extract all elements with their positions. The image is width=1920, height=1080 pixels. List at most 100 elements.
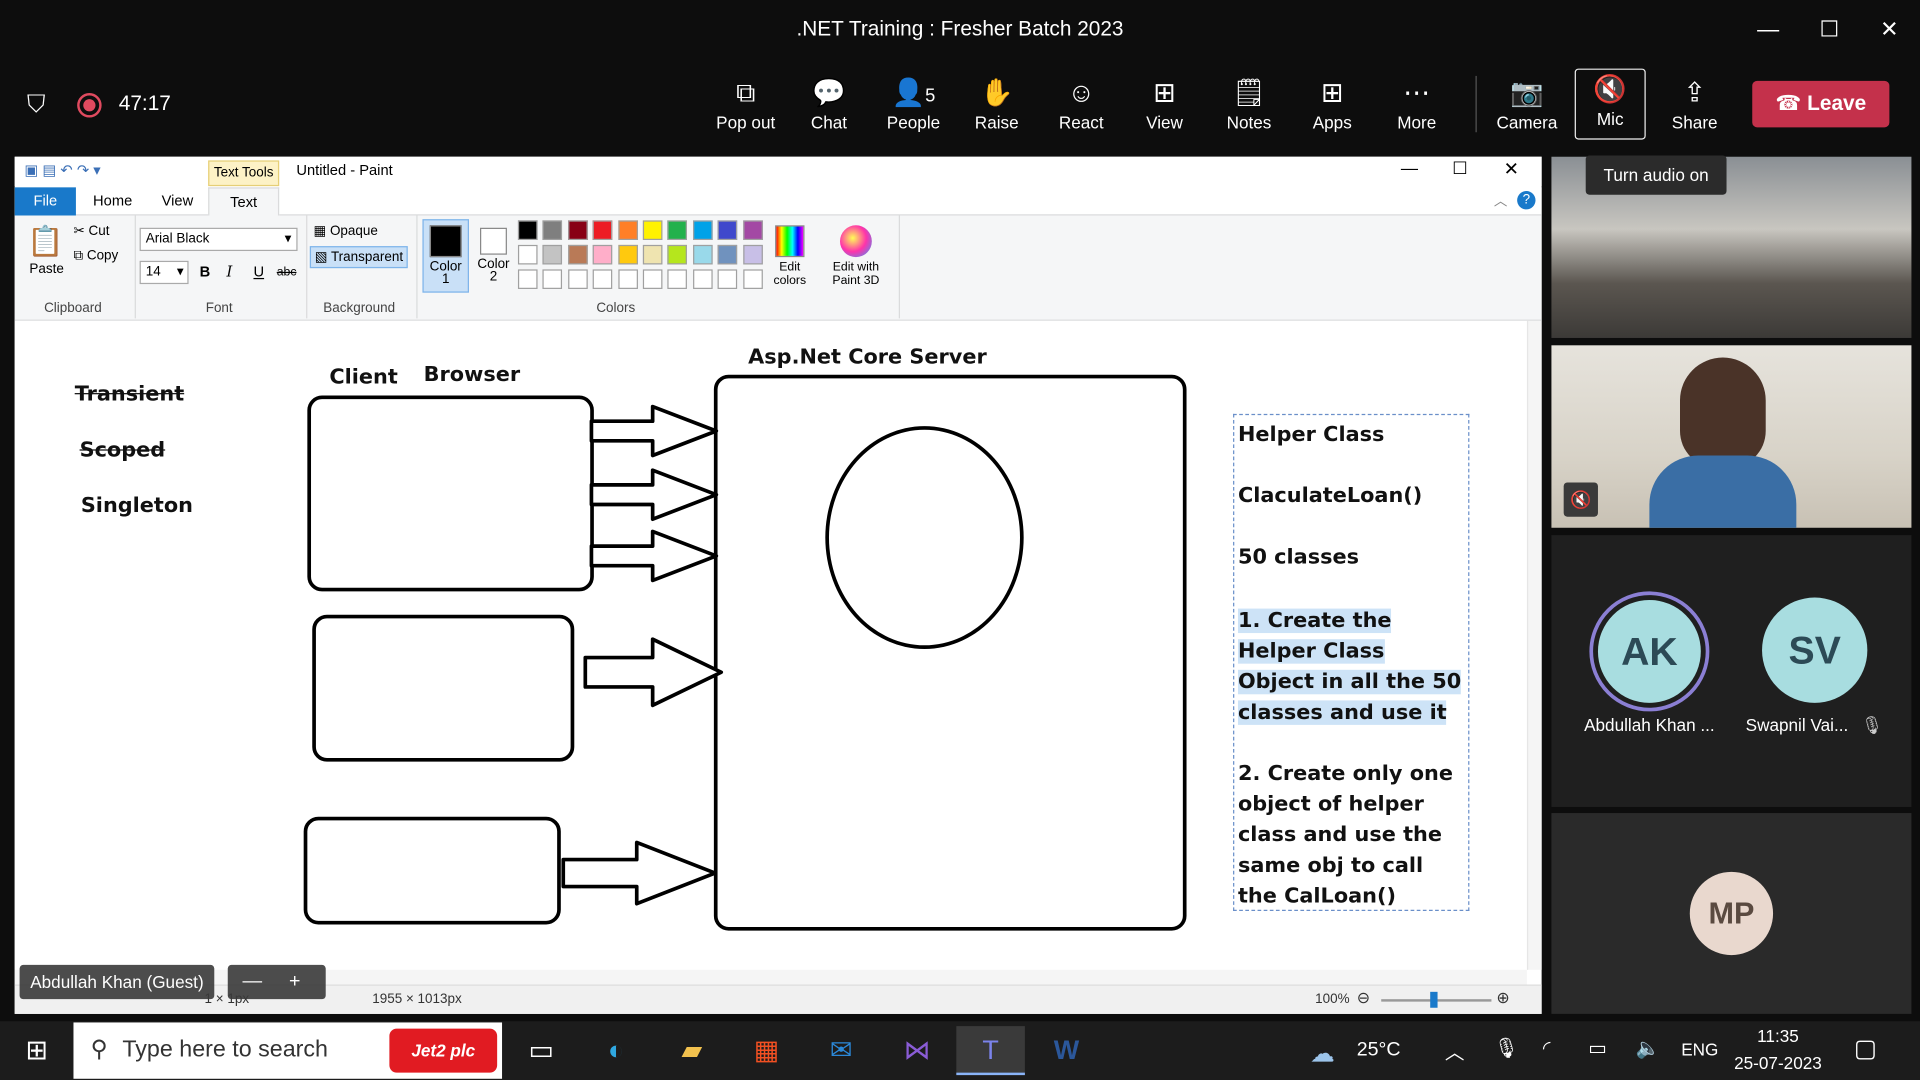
chat-button[interactable]: 💬 Chat: [789, 73, 870, 142]
color-swatch[interactable]: [642, 244, 663, 265]
visual-studio-icon[interactable]: ⋈: [890, 1026, 944, 1075]
file-explorer-icon[interactable]: ▰: [665, 1026, 719, 1075]
tab-view[interactable]: View: [162, 192, 194, 209]
color-swatch[interactable]: [692, 244, 713, 265]
edit-colors-button[interactable]: Edit colors: [768, 261, 812, 288]
color-swatch[interactable]: [667, 244, 688, 265]
vertical-scrollbar[interactable]: [1526, 320, 1542, 970]
volume-icon[interactable]: 🔈: [1636, 1036, 1660, 1060]
paint-canvas[interactable]: Transient Scoped Singleton Client Browse…: [14, 320, 1527, 970]
opaque-option[interactable]: ▦ Opaque: [313, 223, 377, 239]
avatar-ak[interactable]: AK: [1589, 591, 1710, 712]
color-swatch[interactable]: [717, 244, 738, 265]
camera-button[interactable]: 📷 Camera: [1487, 73, 1568, 142]
color-swatch[interactable]: [567, 244, 588, 265]
copy-button[interactable]: ⧉ Copy: [73, 249, 118, 265]
bold-button[interactable]: B: [200, 263, 211, 280]
paste-button[interactable]: Paste: [29, 262, 63, 277]
battery-icon[interactable]: ▭: [1588, 1036, 1607, 1060]
font-size-select[interactable]: 14 ▾: [139, 260, 189, 285]
edge-icon[interactable]: ◐: [589, 1026, 643, 1075]
color-swatch[interactable]: [617, 244, 638, 265]
color2-button[interactable]: Color 2: [471, 219, 515, 292]
pop-out-button[interactable]: ⧉ Pop out: [705, 73, 786, 142]
wifi-icon[interactable]: ◜: [1543, 1036, 1551, 1060]
word-icon[interactable]: W: [1040, 1026, 1094, 1075]
mail-icon[interactable]: ✉: [814, 1026, 868, 1075]
color-swatch[interactable]: [592, 220, 613, 241]
teams-icon[interactable]: T: [956, 1026, 1025, 1076]
leave-button[interactable]: ☎ Leave: [1752, 80, 1890, 128]
color-swatch[interactable]: [517, 244, 538, 265]
search-ad[interactable]: Jet2 plc: [389, 1028, 498, 1073]
color-swatch[interactable]: [592, 244, 613, 265]
avatar-mp[interactable]: MP: [1689, 871, 1774, 956]
color-swatch[interactable]: [567, 220, 588, 241]
color1-button[interactable]: Color 1: [422, 219, 469, 293]
transparent-option[interactable]: ▧ Transparent: [309, 246, 408, 269]
color-swatch[interactable]: [642, 220, 663, 241]
mic-button[interactable]: 🔇 Mic: [1574, 68, 1646, 140]
maximize-icon[interactable]: ☐: [1812, 12, 1846, 46]
tray-chevron-icon[interactable]: ︿: [1445, 1036, 1465, 1065]
video-tile-presenter[interactable]: 🔇: [1551, 345, 1912, 528]
strikethrough-button[interactable]: abc: [277, 266, 297, 279]
store-icon[interactable]: ▦: [740, 1026, 794, 1075]
color-swatch[interactable]: [592, 269, 613, 289]
paint-close-icon[interactable]: ✕: [1504, 158, 1519, 180]
notifications-icon[interactable]: ▢: [1854, 1033, 1877, 1064]
color-swatch[interactable]: [742, 269, 763, 289]
tray-mic-icon[interactable]: 🎙: [1494, 1036, 1519, 1060]
more-button[interactable]: ⋯ More: [1376, 73, 1457, 142]
weather-icon[interactable]: ☁: [1310, 1038, 1334, 1069]
share-button[interactable]: ⇪ Share: [1654, 73, 1735, 142]
color-swatch[interactable]: [617, 220, 638, 241]
clock-time[interactable]: 11:35: [1727, 1026, 1830, 1046]
tab-home[interactable]: Home: [93, 192, 132, 209]
clock-date[interactable]: 25-07-2023: [1727, 1053, 1830, 1073]
notes-button[interactable]: 🗒 Notes: [1209, 73, 1290, 142]
tab-file[interactable]: File: [14, 187, 76, 216]
react-button[interactable]: ☺ React: [1041, 73, 1122, 142]
zoom-in-icon[interactable]: ⊕: [1496, 988, 1509, 1008]
weather-temp[interactable]: 25°C: [1357, 1040, 1401, 1062]
tab-text[interactable]: Text: [208, 187, 280, 217]
color-swatch[interactable]: [692, 220, 713, 241]
color-swatch[interactable]: [567, 269, 588, 289]
color-swatch[interactable]: [717, 269, 738, 289]
zoom-plus-icon[interactable]: +: [289, 971, 300, 992]
quick-access-icons[interactable]: ▣ ▤ ↶ ↷ ▾: [24, 162, 100, 179]
paint-minimize-icon[interactable]: —: [1401, 158, 1418, 178]
close-icon[interactable]: ✕: [1872, 12, 1906, 46]
zoom-minus-icon[interactable]: —: [242, 971, 262, 992]
view-button[interactable]: ⊞ View: [1124, 73, 1205, 142]
color-swatch[interactable]: [717, 220, 738, 241]
color-swatch[interactable]: [542, 269, 563, 289]
language-indicator[interactable]: ENG: [1681, 1040, 1718, 1060]
color-swatch[interactable]: [542, 220, 563, 241]
underline-button[interactable]: U: [253, 263, 264, 280]
windows-start-icon[interactable]: ⊞: [10, 1026, 64, 1075]
edit-paint3d-button[interactable]: Edit with Paint 3D: [820, 261, 891, 288]
people-button[interactable]: 👤5 People: [873, 73, 954, 142]
apps-button[interactable]: ⊞ Apps: [1292, 73, 1373, 142]
search-box[interactable]: ⚲ Type here to search Jet2 plc: [73, 1022, 503, 1079]
color-swatch[interactable]: [667, 220, 688, 241]
task-view-icon[interactable]: ▭: [514, 1026, 568, 1075]
color-swatch[interactable]: [542, 244, 563, 265]
paste-icon[interactable]: 📋: [27, 220, 64, 264]
color-swatch[interactable]: [742, 220, 763, 241]
cut-button[interactable]: ✂ Cut: [73, 223, 109, 239]
raise-button[interactable]: ✋ Raise: [956, 73, 1037, 142]
ribbon-collapse-icon[interactable]: ︿: [1494, 191, 1507, 211]
color-swatch[interactable]: [642, 269, 663, 289]
italic-button[interactable]: I: [227, 263, 233, 280]
zoom-out-icon[interactable]: ⊖: [1357, 988, 1370, 1008]
color-swatch[interactable]: [742, 244, 763, 265]
color-swatch[interactable]: [692, 269, 713, 289]
color-swatch[interactable]: [517, 269, 538, 289]
share-zoom-controls[interactable]: — +: [227, 964, 326, 1000]
font-family-select[interactable]: Arial Black ▾: [139, 227, 298, 252]
avatar-sv[interactable]: SV: [1762, 597, 1868, 703]
zoom-slider-thumb[interactable]: [1430, 991, 1438, 1008]
